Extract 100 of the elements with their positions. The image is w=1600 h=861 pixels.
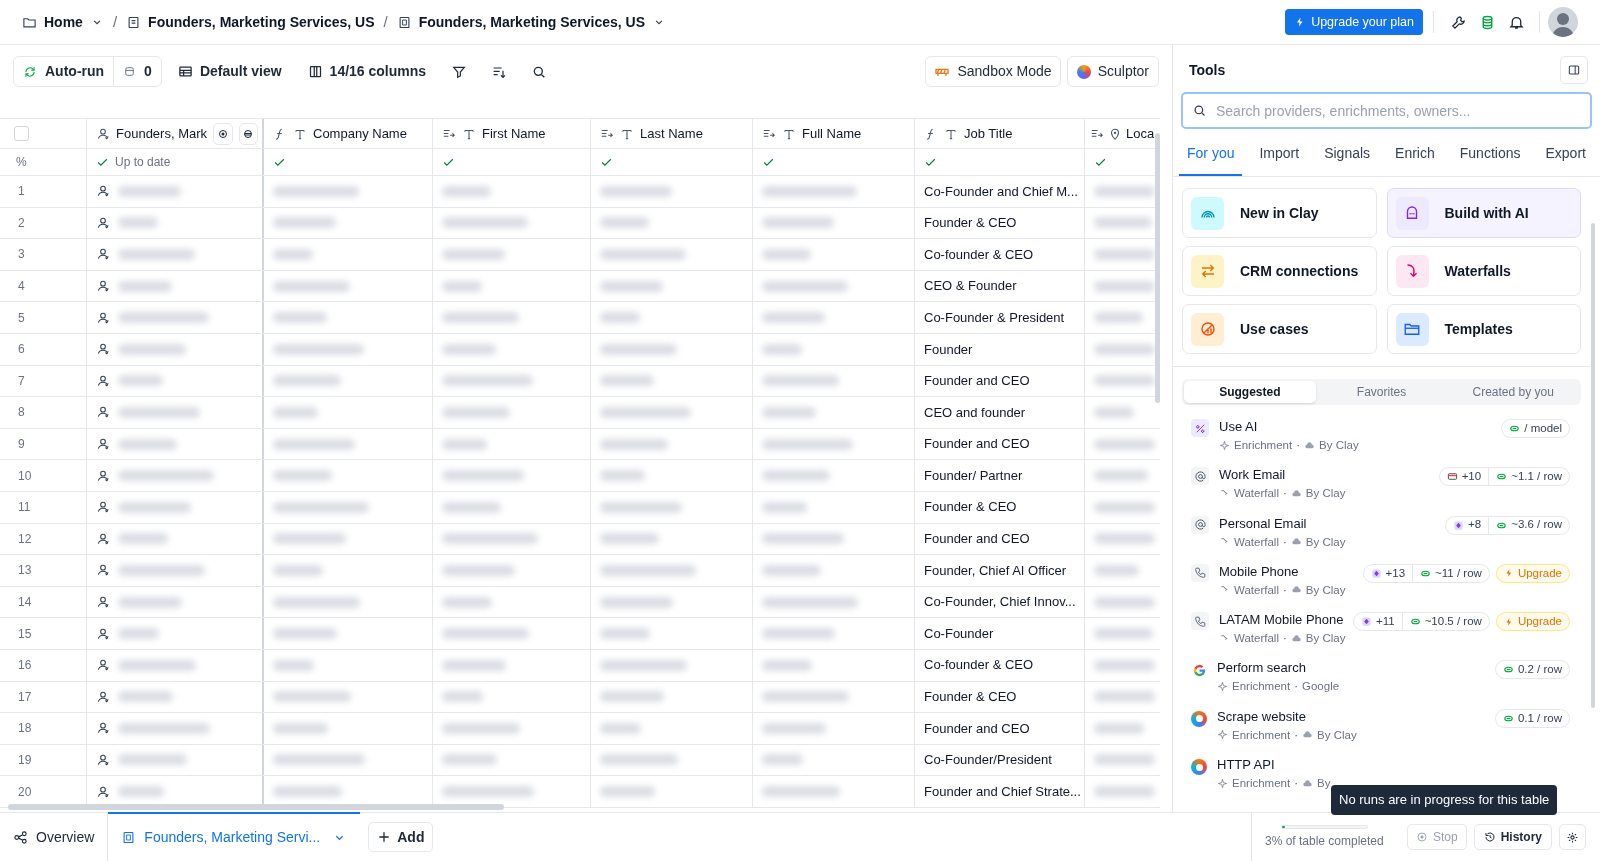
checkbox[interactable]: [14, 126, 29, 141]
blurred-text: [1094, 280, 1155, 292]
item-title[interactable]: Perform search: [1217, 659, 1306, 678]
cost-label: ~1.1 / row: [1511, 469, 1562, 485]
blurred-text: [762, 501, 807, 513]
job-title-cell-text: Co-Founder & President: [924, 308, 1065, 327]
sculptor-button[interactable]: Sculptor: [1066, 56, 1159, 87]
target-button[interactable]: [213, 122, 233, 145]
job-title-cell-text: Founder/ Partner: [924, 466, 1023, 485]
cost-label: ~11 / row: [1435, 565, 1482, 581]
job-title-cell-text: CEO & Founder: [924, 277, 1017, 296]
sheet-tab[interactable]: Founders, Marketing Servi...: [108, 812, 361, 861]
tab[interactable]: For you: [1179, 140, 1243, 176]
segment-tab[interactable]: Suggested: [1184, 381, 1316, 403]
sandbox-mode-button[interactable]: Sandbox Mode: [925, 56, 1061, 87]
item-source: Google: [1302, 679, 1340, 695]
category-card[interactable]: CRM connections: [1182, 246, 1377, 296]
blurred-text: [600, 722, 641, 734]
item-title[interactable]: HTTP API: [1217, 756, 1275, 775]
category-card[interactable]: Build with AI: [1386, 188, 1581, 238]
blurred-text: [1094, 185, 1155, 197]
settings-button[interactable]: [1559, 824, 1586, 850]
item-source: By Clay: [1305, 582, 1346, 598]
database-button[interactable]: [238, 122, 258, 145]
item-title[interactable]: Scrape website: [1217, 707, 1306, 726]
blurred-text: [442, 501, 501, 513]
scrollbar-thumb[interactable]: [8, 804, 504, 810]
add-button[interactable]: Add: [368, 822, 434, 852]
avatar[interactable]: [1548, 7, 1578, 37]
chart-icon: [1198, 320, 1217, 338]
target-icon: [216, 127, 229, 140]
gem-icon: [1453, 519, 1465, 531]
row-number: 3: [0, 239, 87, 270]
item-title[interactable]: Work Email: [1219, 466, 1286, 485]
segment-tab[interactable]: Favorites: [1315, 381, 1448, 403]
category-card[interactable]: Templates: [1386, 304, 1581, 354]
column-title[interactable]: Company Name: [313, 123, 407, 144]
auto-run-button[interactable]: Auto-run: [14, 57, 114, 86]
column-title[interactable]: Job Title: [964, 123, 1013, 144]
breadcrumb-separator: /: [112, 11, 118, 32]
column-title[interactable]: First Name: [482, 123, 546, 144]
gem-icon: [1370, 567, 1382, 579]
queue-button[interactable]: 0: [113, 57, 161, 86]
blurred-text: [1094, 343, 1155, 355]
tooltip: No runs are in progress for this table: [1331, 785, 1558, 815]
category-card[interactable]: New in Clay: [1182, 188, 1377, 238]
blurred-text: [273, 659, 314, 671]
breadcrumb-separator: /: [383, 11, 388, 32]
category-card[interactable]: Use cases: [1182, 304, 1377, 354]
column-title[interactable]: Last Name: [640, 123, 703, 144]
blurred-text: [273, 375, 341, 387]
item-type: Enrichment: [1232, 679, 1291, 695]
person-icon: [96, 563, 110, 578]
person-icon: [96, 531, 110, 546]
item-title[interactable]: Personal Email: [1219, 514, 1307, 533]
category-card[interactable]: Waterfalls: [1386, 246, 1581, 296]
cost-label: +11: [1376, 614, 1395, 630]
item-title[interactable]: LATAM Mobile Phone: [1219, 611, 1344, 630]
sparkle-icon: [1219, 439, 1230, 451]
tab[interactable]: Signals: [1316, 140, 1379, 176]
tab[interactable]: Import: [1251, 140, 1308, 176]
refresh-icon: [23, 64, 37, 79]
search-field[interactable]: Search providers, enrichments, owners...: [1181, 92, 1592, 129]
blurred-text: [118, 185, 181, 197]
upgrade-button[interactable]: Upgrade your plan: [1285, 9, 1423, 35]
columns-icon: [307, 64, 323, 79]
view-button[interactable]: Default view: [167, 56, 292, 87]
nodes-icon: [13, 829, 28, 845]
scrollbar-thumb[interactable]: [1155, 133, 1160, 403]
cost-label: 0.1 / row: [1517, 710, 1562, 726]
breadcrumb-link[interactable]: Home: [22, 11, 104, 33]
history-button[interactable]: History: [1473, 824, 1552, 850]
panel-toggle-button[interactable]: [1560, 56, 1588, 84]
job-title-cell-text: Founder and Chief Strate...: [924, 782, 1081, 801]
plus-icon: [377, 830, 392, 844]
column-title[interactable]: Loca: [1126, 123, 1155, 144]
job-title-cell-text: Founder & CEO: [924, 498, 1017, 517]
blurred-text: [1094, 564, 1139, 576]
at-sign-icon: [1191, 467, 1209, 486]
column-title[interactable]: Full Name: [802, 123, 862, 144]
sheet-tab[interactable]: Overview: [0, 813, 109, 861]
breadcrumb-link[interactable]: Founders, Marketing Services, US: [396, 11, 667, 33]
tab[interactable]: Functions: [1451, 140, 1529, 176]
person-icon: [96, 247, 110, 262]
item-type: Enrichment: [1234, 438, 1293, 453]
tab[interactable]: Export: [1537, 140, 1594, 176]
blurred-text: [1094, 659, 1155, 671]
breadcrumb-link[interactable]: Founders, Marketing Services, US: [126, 11, 375, 33]
scrollbar-thumb[interactable]: [1591, 223, 1595, 708]
blurred-text: [442, 754, 497, 766]
sparkle-icon: [1217, 681, 1228, 692]
status-label: %: [0, 149, 87, 175]
item-title[interactable]: Mobile Phone: [1219, 562, 1299, 581]
item-title[interactable]: Use AI: [1219, 418, 1258, 436]
column-title[interactable]: Founders, Mark: [116, 123, 208, 144]
segment-tab[interactable]: Created by you: [1447, 381, 1579, 403]
columns-button[interactable]: 14/16 columns: [297, 56, 437, 87]
tab[interactable]: Enrich: [1387, 140, 1443, 176]
wrench-icon: [1450, 13, 1467, 31]
cost-label: ~3.6 / row: [1511, 517, 1562, 533]
